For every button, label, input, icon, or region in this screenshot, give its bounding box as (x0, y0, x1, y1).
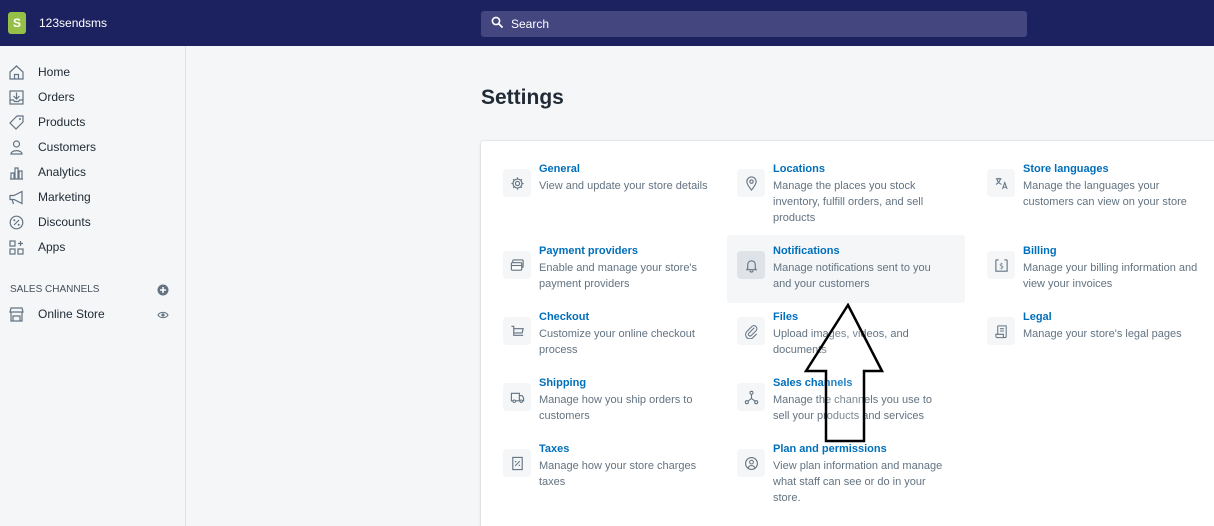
setting-notifications[interactable]: Notifications Manage notifications sent … (727, 235, 965, 303)
sidebar-item-apps[interactable]: Apps (0, 236, 186, 258)
sidebar-item-products[interactable]: Products (0, 111, 186, 133)
main-content: Settings General View and update your st… (187, 46, 1214, 526)
setting-title: Shipping (539, 377, 587, 389)
annotation-arrow-icon (804, 303, 884, 443)
payment-icon (503, 251, 531, 279)
sidebar-item-label: Online Store (38, 307, 105, 321)
legal-icon (987, 317, 1015, 345)
orders-icon (8, 89, 25, 106)
search-input[interactable]: Search (481, 11, 1027, 37)
add-sales-channel-icon[interactable] (157, 283, 169, 296)
home-icon (8, 64, 25, 81)
setting-general[interactable]: General View and update your store detai… (485, 161, 715, 227)
view-online-store-eye-icon[interactable] (157, 308, 169, 320)
sidebar-item-label: Discounts (38, 215, 91, 229)
top-bar: 123sendsms Search (0, 0, 1214, 46)
sidebar-item-label: Products (38, 115, 86, 129)
plan-icon (737, 449, 765, 477)
sidebar-item-orders[interactable]: Orders (0, 86, 186, 108)
setting-title: Billing (1023, 245, 1057, 257)
setting-description: Manage how your store charges taxes (539, 460, 697, 488)
taxes-icon (503, 449, 531, 477)
sidebar-item-analytics[interactable]: Analytics (0, 161, 186, 183)
sidebar-item-label: Home (38, 65, 71, 79)
setting-description: Enable and manage your store's payment p… (539, 262, 698, 290)
setting-title: General (539, 163, 580, 175)
sidebar-item-label: Customers (38, 140, 97, 154)
setting-description: Manage the places you stock inventory, f… (773, 180, 924, 224)
sidebar-item-discounts[interactable]: Discounts (0, 211, 186, 233)
store-icon (8, 306, 25, 323)
setting-description: Manage how you ship orders to customers (539, 394, 693, 422)
setting-title: Plan and permissions (773, 443, 887, 455)
page-title: Settings (481, 86, 564, 109)
setting-description: Customize your online checkout process (539, 328, 695, 356)
setting-description: Manage your store's legal pages (1023, 328, 1182, 340)
setting-title: Checkout (539, 311, 590, 323)
analytics-icon (8, 164, 25, 181)
setting-title: Payment providers (539, 245, 639, 257)
sales-channels-heading: SALES CHANNELS (10, 284, 100, 295)
gear-icon (503, 169, 531, 197)
shopify-logo-icon (8, 12, 26, 34)
setting-description: View and update your store details (539, 180, 708, 192)
sidebar-item-label: Marketing (38, 190, 91, 204)
setting-title: Notifications (773, 245, 840, 257)
bell-icon (737, 251, 765, 279)
sidebar-item-customers[interactable]: Customers (0, 136, 186, 158)
billing-icon: $ (987, 251, 1015, 279)
setting-shipping[interactable]: Shipping Manage how you ship orders to c… (485, 375, 715, 441)
paperclip-icon (737, 317, 765, 345)
setting-title: Legal (1023, 311, 1052, 323)
truck-icon (503, 383, 531, 411)
search-icon (491, 15, 503, 33)
translate-icon (987, 169, 1015, 197)
setting-description: Manage the languages your customers can … (1023, 180, 1187, 208)
apps-icon (8, 239, 25, 256)
marketing-icon (8, 189, 25, 206)
setting-checkout[interactable]: Checkout Customize your online checkout … (485, 309, 715, 375)
setting-locations[interactable]: Locations Manage the places you stock in… (719, 161, 949, 227)
setting-title: Locations (773, 163, 825, 175)
sidebar-item-marketing[interactable]: Marketing (0, 186, 186, 208)
sidebar-item-label: Orders (38, 90, 75, 104)
sidebar-item-label: Analytics (38, 165, 87, 179)
store-name: 123sendsms (39, 16, 108, 30)
setting-description: Manage your billing information and view… (1023, 262, 1198, 290)
sidebar: Home Orders Products Customers Analytics… (0, 46, 186, 526)
customers-icon (8, 139, 25, 156)
store-switcher[interactable]: 123sendsms (8, 10, 107, 36)
discounts-icon (8, 214, 25, 231)
setting-store-languages[interactable]: Store languages Manage the languages you… (969, 161, 1199, 227)
channels-icon (737, 383, 765, 411)
setting-description: Manage notifications sent to you and you… (773, 262, 931, 290)
setting-title: Files (773, 311, 799, 323)
cart-icon (503, 317, 531, 345)
location-pin-icon (737, 169, 765, 197)
setting-taxes[interactable]: Taxes Manage how your store charges taxe… (485, 441, 715, 507)
search-placeholder: Search (511, 17, 550, 31)
sidebar-item-label: Apps (38, 240, 66, 254)
products-icon (8, 114, 25, 131)
setting-title: Store languages (1023, 163, 1109, 175)
setting-billing[interactable]: $ Billing Manage your billing informatio… (969, 243, 1199, 309)
setting-title: Taxes (539, 443, 570, 455)
sidebar-item-home[interactable]: Home (0, 61, 186, 83)
svg-text:$: $ (999, 261, 1004, 270)
setting-payment-providers[interactable]: Payment providers Enable and manage your… (485, 243, 715, 309)
setting-legal[interactable]: Legal Manage your store's legal pages (969, 309, 1199, 375)
setting-plan-and-permissions[interactable]: Plan and permissions View plan informati… (719, 441, 949, 511)
setting-description: View plan information and manage what st… (773, 460, 943, 504)
